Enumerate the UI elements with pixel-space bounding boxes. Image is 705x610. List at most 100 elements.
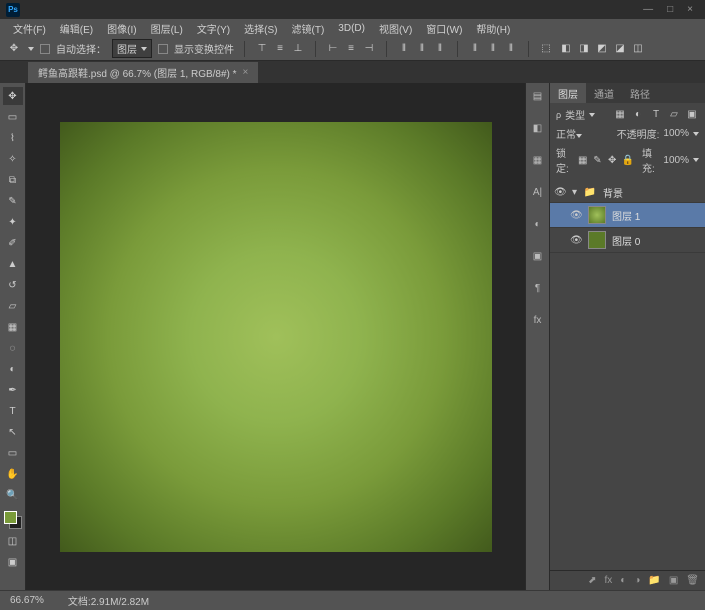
menu-filter[interactable]: 滤镜(T) <box>285 21 332 36</box>
doc-size[interactable]: 文档:2.91M/2.82M <box>68 593 149 608</box>
eraser-tool[interactable]: ▱ <box>3 297 23 315</box>
zoom-level[interactable]: 66.67% <box>10 595 44 606</box>
delete-layer-icon[interactable]: 🗑 <box>686 575 699 586</box>
hand-tool[interactable]: ✋ <box>3 465 23 483</box>
filter-adj-icon[interactable]: ◐ <box>631 108 645 122</box>
3d-opt2-icon[interactable]: ◨ <box>577 42 591 56</box>
filter-shape-icon[interactable]: ▱ <box>667 108 681 122</box>
history-brush-tool[interactable]: ↺ <box>3 276 23 294</box>
blur-tool[interactable]: ◌ <box>3 339 23 357</box>
3d-opt1-icon[interactable]: ◧ <box>559 42 573 56</box>
visibility-toggle-icon[interactable]: 👁 <box>570 235 582 246</box>
visibility-toggle-icon[interactable]: 👁 <box>554 187 566 198</box>
document-tab[interactable]: 鳄鱼高跟鞋.psd @ 66.7% (图层 1, RGB/8#) * × <box>28 62 258 83</box>
clone-stamp-tool[interactable]: ▲ <box>3 255 23 273</box>
blend-mode-dropdown[interactable]: 正常 <box>556 126 613 141</box>
lock-transparency-icon[interactable]: ▦ <box>577 153 588 167</box>
visibility-toggle-icon[interactable]: 👁 <box>570 210 582 221</box>
close-button[interactable]: × <box>687 4 693 15</box>
type-tool[interactable]: T <box>3 402 23 420</box>
show-transform-checkbox[interactable] <box>158 44 168 54</box>
quickmask-tool[interactable]: ◫ <box>3 532 23 550</box>
color-panel-icon[interactable]: ◧ <box>531 121 545 135</box>
shape-tool[interactable]: ▭ <box>3 444 23 462</box>
group-collapse-icon[interactable]: ▾ <box>572 187 577 198</box>
tab-channels[interactable]: 通道 <box>586 83 622 103</box>
tab-paths[interactable]: 路径 <box>622 83 658 103</box>
dodge-tool[interactable]: ◐ <box>3 360 23 378</box>
menu-window[interactable]: 窗口(W) <box>419 21 469 36</box>
distribute-h-icon[interactable]: ‖ <box>486 42 500 56</box>
crop-tool[interactable]: ⧉ <box>3 171 23 189</box>
styles-panel-icon[interactable]: ◐ <box>531 217 545 231</box>
filter-type-icon[interactable]: T <box>649 108 663 122</box>
fill-slider-toggle[interactable] <box>693 158 699 162</box>
layer-row[interactable]: 👁 图层 1 <box>550 203 705 228</box>
screenmode-tool[interactable]: ▣ <box>3 553 23 571</box>
paragraph-panel-icon[interactable]: ¶ <box>531 281 545 295</box>
distribute-right-icon[interactable]: ‖ <box>504 42 518 56</box>
menu-type[interactable]: 文字(Y) <box>190 21 237 36</box>
canvas-area[interactable] <box>26 83 525 590</box>
lock-position-icon[interactable]: ✥ <box>607 153 618 167</box>
3d-opt3-icon[interactable]: ◩ <box>595 42 609 56</box>
healing-brush-tool[interactable]: ✦ <box>3 213 23 231</box>
3d-mode-icon[interactable]: ⬚ <box>539 42 553 56</box>
fill-value[interactable]: 100% <box>663 155 689 166</box>
3d-opt5-icon[interactable]: ◫ <box>631 42 645 56</box>
opacity-slider-toggle[interactable] <box>693 132 699 136</box>
auto-select-target-dropdown[interactable]: 图层 <box>112 39 152 58</box>
3d-opt4-icon[interactable]: ◪ <box>613 42 627 56</box>
align-right-icon[interactable]: ⊣ <box>362 42 376 56</box>
color-swatches[interactable] <box>4 511 22 529</box>
lock-pixels-icon[interactable]: ✎ <box>592 153 603 167</box>
tool-preset-dropdown[interactable] <box>28 47 34 51</box>
info-panel-icon[interactable]: fx <box>531 313 545 327</box>
tab-close-icon[interactable]: × <box>243 67 249 78</box>
zoom-tool[interactable]: 🔍 <box>3 486 23 504</box>
menu-file[interactable]: 文件(F) <box>6 21 53 36</box>
lock-all-icon[interactable]: 🔒 <box>622 153 634 167</box>
distribute-top-icon[interactable]: ‖ <box>397 42 411 56</box>
layer-fx-icon[interactable]: fx <box>605 575 613 586</box>
align-hcenter-icon[interactable]: ≡ <box>344 42 358 56</box>
pen-tool[interactable]: ✒ <box>3 381 23 399</box>
path-select-tool[interactable]: ↖ <box>3 423 23 441</box>
align-vcenter-icon[interactable]: ≡ <box>273 42 287 56</box>
filter-pixel-icon[interactable]: ▦ <box>613 108 627 122</box>
canvas[interactable] <box>60 122 492 552</box>
distribute-v-icon[interactable]: ‖ <box>415 42 429 56</box>
maximize-button[interactable]: □ <box>667 4 673 15</box>
link-layers-icon[interactable]: ⬈ <box>588 575 596 586</box>
layer-thumbnail[interactable] <box>588 206 606 224</box>
adjustment-layer-icon[interactable]: ◑ <box>634 575 640 586</box>
layer-thumbnail[interactable] <box>588 231 606 249</box>
history-panel-icon[interactable]: ▤ <box>531 89 545 103</box>
align-top-icon[interactable]: ⊤ <box>255 42 269 56</box>
foreground-color-swatch[interactable] <box>4 511 17 524</box>
layer-row[interactable]: 👁 图层 0 <box>550 228 705 253</box>
menu-help[interactable]: 帮助(H) <box>469 21 517 36</box>
menu-3d[interactable]: 3D(D) <box>331 23 372 34</box>
menu-edit[interactable]: 编辑(E) <box>53 21 100 36</box>
marquee-tool[interactable]: ▭ <box>3 108 23 126</box>
auto-select-checkbox[interactable] <box>40 44 50 54</box>
menu-layer[interactable]: 图层(L) <box>144 21 190 36</box>
new-layer-icon[interactable]: ▣ <box>669 575 678 586</box>
eyedropper-tool[interactable]: ✎ <box>3 192 23 210</box>
swatches-panel-icon[interactable]: ▦ <box>531 153 545 167</box>
layer-group-row[interactable]: 👁 ▾ 📁 背景 <box>550 183 705 203</box>
brush-tool[interactable]: ✐ <box>3 234 23 252</box>
magic-wand-tool[interactable]: ✧ <box>3 150 23 168</box>
align-left-icon[interactable]: ⊢ <box>326 42 340 56</box>
move-tool[interactable]: ✥ <box>3 87 23 105</box>
filter-type-dropdown[interactable] <box>589 113 595 117</box>
opacity-value[interactable]: 100% <box>663 128 689 139</box>
distribute-bottom-icon[interactable]: ‖ <box>433 42 447 56</box>
gradient-tool[interactable]: ▦ <box>3 318 23 336</box>
menu-select[interactable]: 选择(S) <box>237 21 284 36</box>
menu-view[interactable]: 视图(V) <box>372 21 419 36</box>
tab-layers[interactable]: 图层 <box>550 83 586 103</box>
text-panel-icon[interactable]: A| <box>531 185 545 199</box>
layer-mask-icon[interactable]: ◐ <box>620 575 626 586</box>
